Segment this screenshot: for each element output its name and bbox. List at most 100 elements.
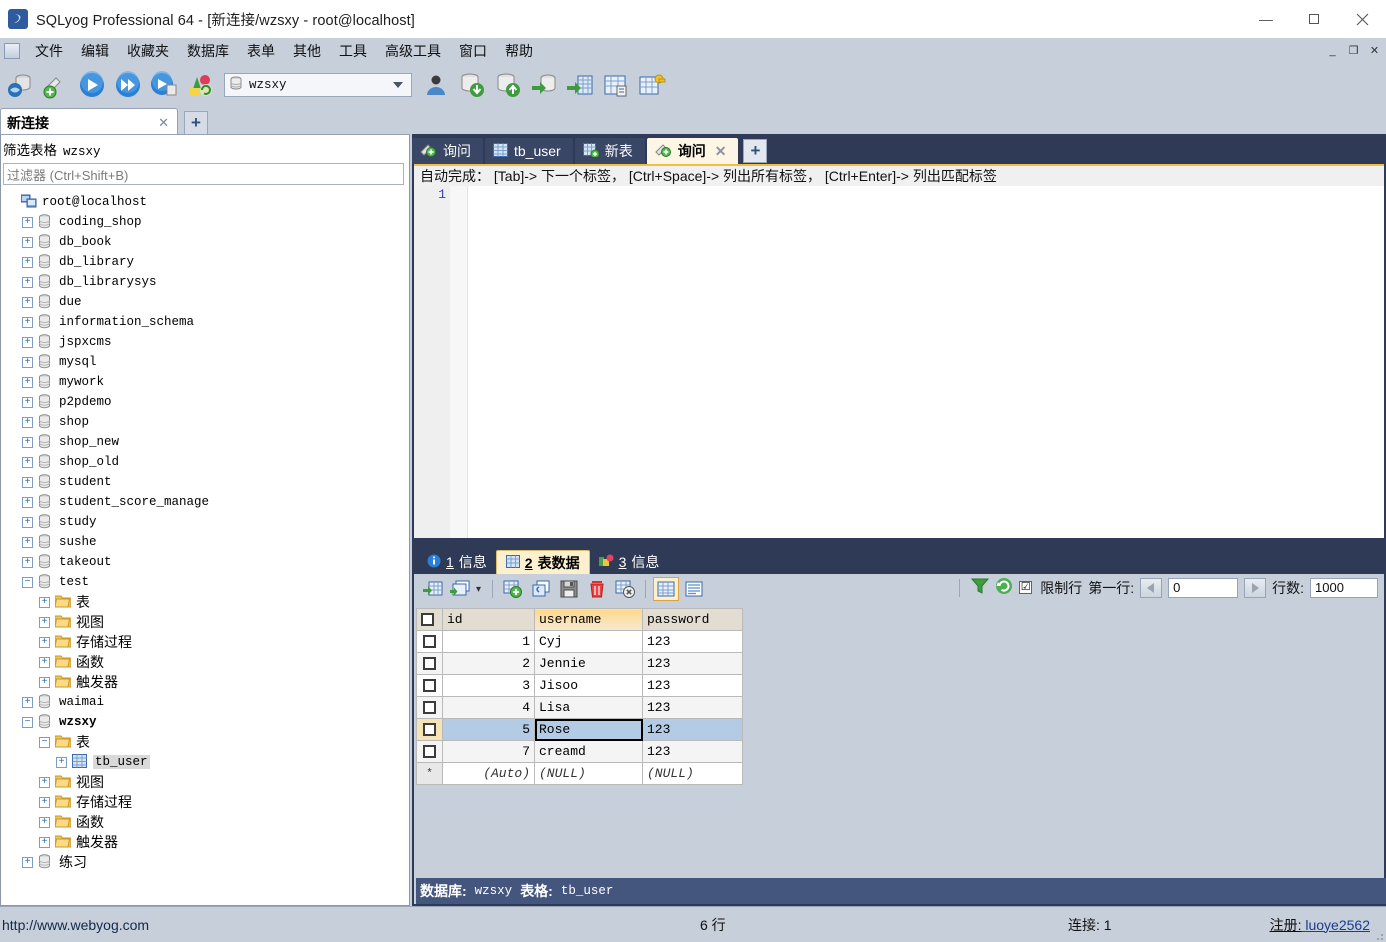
import-data-icon[interactable] (455, 68, 489, 102)
row-select-cell[interactable] (416, 630, 443, 653)
webyog-url-label[interactable]: http://www.webyog.com (2, 917, 149, 933)
column-header-username[interactable]: username (534, 608, 643, 631)
tree-node-sushe[interactable]: + sushe (3, 532, 409, 552)
cell-id[interactable]: 4 (442, 696, 535, 719)
first-row-input[interactable]: 0 (1168, 577, 1239, 598)
first-row-next-button[interactable] (1244, 577, 1267, 598)
expand-icon[interactable]: + (56, 756, 67, 768)
execute-query-icon[interactable] (75, 68, 109, 102)
checkbox-icon[interactable] (423, 723, 436, 737)
results-tab-3[interactable]: 3 信息 (589, 550, 669, 574)
grid-view-icon[interactable] (653, 577, 680, 601)
expand-icon[interactable]: + (22, 276, 33, 288)
row-select-cell[interactable] (416, 652, 443, 675)
checkbox-icon[interactable] (421, 613, 434, 627)
column-header-id[interactable]: id (442, 608, 535, 631)
expand-icon[interactable]: + (39, 636, 50, 648)
row-select-cell[interactable] (416, 718, 443, 741)
execute-all-queries-icon[interactable] (111, 68, 145, 102)
tree-node-db_book[interactable]: + db_book (3, 232, 409, 252)
filter-input[interactable]: 过滤器 (Ctrl+Shift+B) (3, 163, 404, 185)
expand-icon[interactable]: + (22, 856, 33, 868)
expand-icon[interactable]: + (22, 436, 33, 448)
tree-node--[interactable]: − 表 (3, 732, 409, 752)
tree-node-test[interactable]: − test (3, 572, 409, 592)
row-count-input[interactable]: 1000 (1310, 577, 1378, 598)
table-row[interactable]: 5 Rose 123 (416, 718, 743, 741)
database-selector[interactable]: wzsxy (224, 73, 412, 97)
execute-query-and-edit-icon[interactable] (147, 68, 181, 102)
expand-icon[interactable]: + (22, 216, 33, 228)
table-row[interactable]: 4 Lisa 123 (416, 696, 743, 719)
tree-node--[interactable]: + 函数 (3, 652, 409, 672)
cell-username[interactable]: Lisa (534, 696, 643, 719)
cell-password[interactable]: 123 (642, 718, 743, 741)
backup-database-icon[interactable] (527, 68, 561, 102)
export-data-icon[interactable] (491, 68, 525, 102)
expand-icon[interactable]: + (22, 296, 33, 308)
row-select-cell[interactable] (416, 674, 443, 697)
table-row[interactable]: 2 Jennie 123 (416, 652, 743, 675)
checkbox-icon[interactable] (423, 679, 436, 693)
add-query-tab-button[interactable]: + (743, 139, 768, 163)
tree-node-root-localhost[interactable]: root@localhost (3, 192, 409, 212)
tree-node-mywork[interactable]: + mywork (3, 372, 409, 392)
expand-icon[interactable]: + (39, 656, 50, 668)
results-tab-1[interactable]: 1 信息 (418, 550, 496, 574)
tree-node--[interactable]: + 函数 (3, 812, 409, 832)
tree-node-due[interactable]: + due (3, 292, 409, 312)
tree-node--[interactable]: + 表 (3, 592, 409, 612)
save-changes-icon[interactable] (556, 577, 582, 601)
results-tab-2[interactable]: 2 表数据 (495, 550, 590, 574)
tree-node--[interactable]: + 存储过程 (3, 632, 409, 652)
tree-node--[interactable]: + 练习 (3, 852, 409, 872)
expand-icon[interactable]: + (22, 256, 33, 268)
cell-password[interactable]: 123 (642, 740, 743, 763)
checkbox-icon[interactable] (423, 657, 436, 671)
menu-help[interactable]: 帮助 (496, 39, 542, 63)
editor-text-area[interactable] (468, 186, 1384, 538)
expand-icon[interactable]: + (22, 396, 33, 408)
form-view-icon[interactable] (681, 577, 707, 601)
insert-row-icon[interactable] (500, 577, 526, 601)
limit-rows-checkbox[interactable]: ☑ (1019, 581, 1033, 594)
expand-icon[interactable]: + (22, 696, 33, 708)
select-all-checkbox-cell[interactable] (416, 608, 443, 631)
query-tab-2[interactable]: 新表 (574, 138, 645, 164)
tree-node-db_library[interactable]: + db_library (3, 252, 409, 272)
menu-window[interactable]: 窗口 (450, 39, 496, 63)
tree-node--[interactable]: + 触发器 (3, 672, 409, 692)
table-row[interactable]: 1 Cyj 123 (416, 630, 743, 653)
cell-password[interactable]: 123 (642, 630, 743, 653)
new-row-cell-password[interactable]: (NULL) (642, 762, 743, 785)
cell-id[interactable]: 3 (442, 674, 535, 697)
tree-node-student_score_manage[interactable]: + student_score_manage (3, 492, 409, 512)
tree-node--[interactable]: + 视图 (3, 772, 409, 792)
menu-favorites[interactable]: 收藏夹 (118, 39, 178, 63)
column-header-password[interactable]: password (642, 608, 743, 631)
refresh-data-icon[interactable] (420, 577, 446, 601)
tree-node-coding_shop[interactable]: + coding_shop (3, 212, 409, 232)
tree-node-study[interactable]: + study (3, 512, 409, 532)
tree-node-mysql[interactable]: + mysql (3, 352, 409, 372)
chevron-down-icon[interactable] (393, 82, 403, 88)
first-row-prev-button[interactable] (1140, 577, 1163, 598)
expand-icon[interactable]: + (22, 476, 33, 488)
table-row[interactable]: 7 creamd 123 (416, 740, 743, 763)
menu-tools[interactable]: 工具 (330, 39, 376, 63)
expand-icon[interactable]: + (39, 816, 50, 828)
refresh-icon[interactable] (995, 577, 1013, 598)
row-select-cell[interactable] (416, 696, 443, 719)
discard-changes-icon[interactable] (612, 577, 638, 601)
maximize-button[interactable] (1290, 0, 1338, 38)
expand-icon[interactable]: + (22, 236, 33, 248)
new-connection-icon[interactable] (3, 68, 37, 102)
tree-node--[interactable]: + 视图 (3, 612, 409, 632)
cell-id[interactable]: 1 (442, 630, 535, 653)
mdi-close-button[interactable]: ✕ (1365, 42, 1384, 59)
query-tab-0[interactable]: 询问 (412, 138, 483, 164)
tree-node-wzsxy[interactable]: − wzsxy (3, 712, 409, 732)
refresh-data-dropdown-icon[interactable] (448, 577, 474, 601)
cell-username[interactable]: Jennie (534, 652, 643, 675)
user-manager-icon[interactable] (419, 68, 453, 102)
